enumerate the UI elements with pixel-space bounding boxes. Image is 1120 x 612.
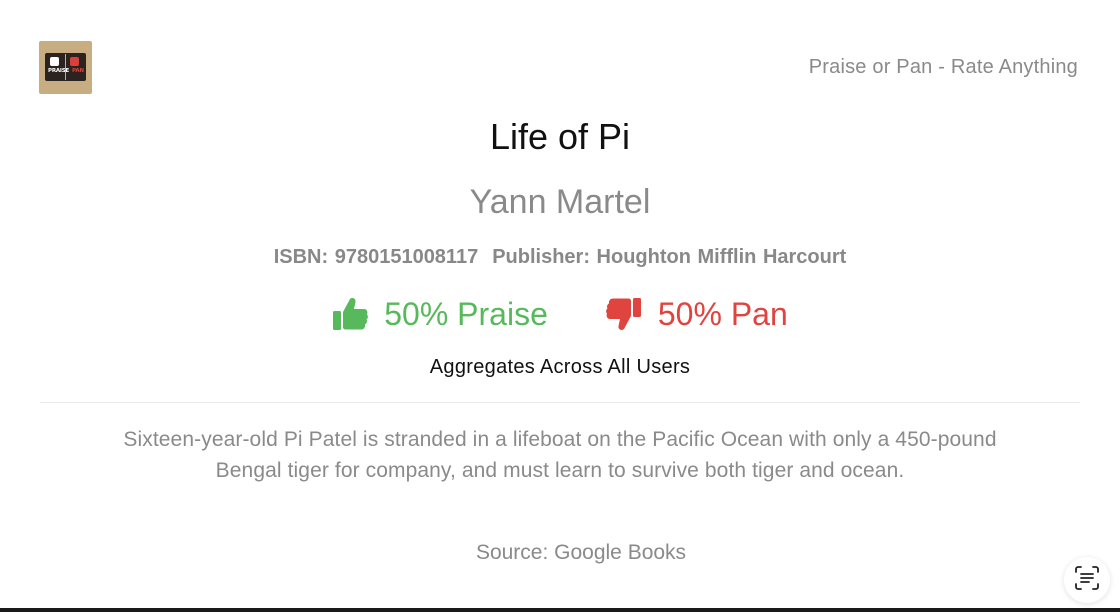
site-tagline[interactable]: Praise or Pan - Rate Anything [809,56,1078,79]
logo-thumbs-up-icon [50,57,59,66]
logo-book-spine [65,54,66,80]
logo-word-praise: PRAISE [48,68,70,74]
description-line: Sixteen-year-old Pi Patel is stranded in… [123,428,997,451]
text-scan-icon [1074,565,1100,595]
book-title: Life of Pi [489,116,631,157]
page: PRAISE PAN Praise or Pan - Rate Anything… [0,0,1120,612]
praise-rating[interactable]: 50% Praise [332,296,548,333]
book-meta: ISBN: 9780151008117 Publisher: Houghton M… [0,246,1120,269]
logo-word-pan: PAN [72,68,84,74]
isbn-label: ISBN: 9780151008117 [273,246,479,268]
app-logo[interactable]: PRAISE PAN [39,41,92,94]
text-scan-button[interactable] [1064,557,1110,603]
thumbs-down-icon [605,296,642,332]
section-divider [40,402,1080,403]
praise-percent-label: 50% Praise [384,295,548,332]
description-line: Bengal tiger for company, and must learn… [215,459,905,482]
bottom-edge-bar [0,608,1120,612]
thumbs-up-icon [332,296,369,332]
aggregates-caption: Aggregates Across All Users [429,356,691,378]
rating-summary: 50% Praise 50% Pan [0,292,1120,336]
source-credit: Source: Google Books [475,541,687,564]
logo-thumbs-down-icon [70,57,79,66]
pan-percent-label: 50% Pan [657,295,788,332]
publisher-label: Publisher: Houghton Mifflin Harcourt [492,246,847,268]
book-author: Yann Martel [469,183,651,221]
pan-rating[interactable]: 50% Pan [605,295,788,333]
book-description: Sixteen-year-old Pi Patel is stranded in… [40,424,1080,486]
